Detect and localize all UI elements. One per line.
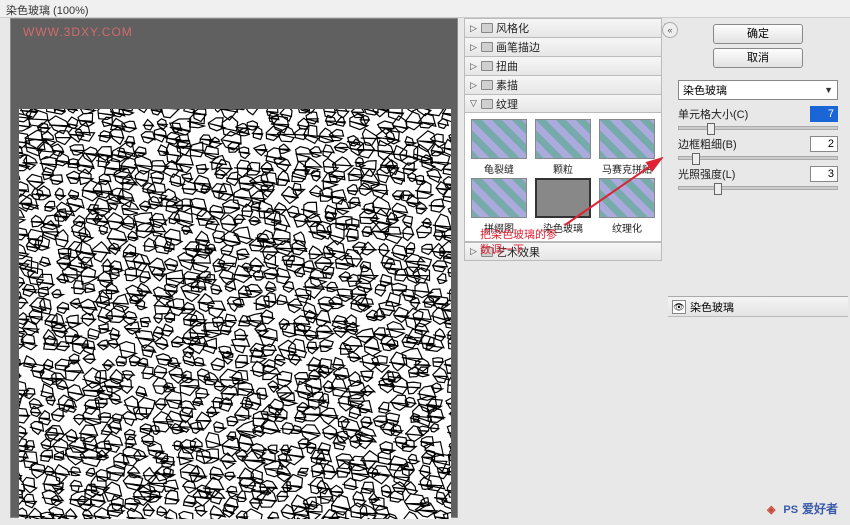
thumbnail-cell[interactable]: 拼缀图 — [469, 178, 529, 235]
slider-thumb[interactable] — [692, 153, 700, 165]
settings-panel: « 确定 取消 染色玻璃 ▼ 单元格大小(C) 7 边框粗细(B) 2 光照强度… — [668, 18, 848, 518]
param-input[interactable]: 2 — [810, 136, 838, 152]
param-input[interactable]: 3 — [810, 166, 838, 182]
triangle-icon: ▷ — [469, 42, 478, 53]
folder-icon — [481, 80, 493, 90]
folder-row[interactable]: ▷ 素描 — [464, 75, 662, 94]
param-slider[interactable] — [678, 126, 838, 130]
thumbnail-image — [471, 178, 527, 218]
watermark-brand: PS — [783, 504, 798, 516]
chevron-down-icon: ▼ — [824, 85, 833, 95]
annotation-arrow — [560, 150, 680, 230]
filter-select[interactable]: 染色玻璃 ▼ — [678, 80, 838, 100]
window-title: 染色玻璃 (100%) — [0, 0, 850, 18]
slider-thumb[interactable] — [707, 123, 715, 135]
preview-url: WWW.3DXY.COM — [11, 19, 457, 45]
param-label: 单元格大小(C) — [678, 106, 748, 122]
triangle-icon: ▷ — [469, 61, 478, 72]
folder-icon — [481, 99, 493, 109]
folder-label: 素描 — [496, 77, 518, 93]
stained-glass-preview — [19, 109, 451, 519]
folder-row[interactable]: ▷ 扭曲 — [464, 56, 662, 75]
triangle-icon: ▷ — [469, 246, 478, 257]
folder-row[interactable]: ▷ 风格化 — [464, 18, 662, 37]
cube-icon: ◈ — [767, 504, 775, 516]
effect-layer-row[interactable]: 👁 染色玻璃 — [668, 297, 848, 317]
folder-label: 风格化 — [496, 20, 529, 36]
cancel-button[interactable]: 取消 — [713, 48, 803, 68]
folder-label: 纹理 — [496, 96, 518, 112]
param-group: 光照强度(L) 3 — [678, 166, 838, 190]
ok-button[interactable]: 确定 — [713, 24, 803, 44]
triangle-icon: ▷ — [469, 80, 478, 91]
triangle-icon: ▽ — [469, 98, 478, 109]
folder-icon — [481, 23, 493, 33]
preview-canvas[interactable] — [19, 109, 451, 519]
eye-icon[interactable]: 👁 — [672, 300, 686, 314]
param-slider[interactable] — [678, 186, 838, 190]
folder-icon — [481, 61, 493, 71]
folder-label: 扭曲 — [496, 58, 518, 74]
filter-categories-panel: ▷风格化▷画笔描边▷扭曲▷素描▽纹理 龟裂缝 颗粒 马赛克拼贴 拼缀图 染色玻璃… — [464, 18, 662, 518]
thumbnail-label: 龟裂缝 — [484, 161, 514, 176]
collapse-icon[interactable]: « — [662, 22, 678, 38]
folder-row[interactable]: ▽ 纹理 — [464, 94, 662, 113]
param-group: 单元格大小(C) 7 — [678, 106, 838, 130]
param-slider[interactable] — [678, 156, 838, 160]
button-group: 确定 取消 — [668, 18, 848, 72]
watermark-text: 爱好者 — [802, 502, 838, 516]
triangle-icon: ▷ — [469, 23, 478, 34]
param-group: 边框粗细(B) 2 — [678, 136, 838, 160]
thumbnail-image — [471, 119, 527, 159]
folder-icon — [481, 42, 493, 52]
param-label: 边框粗细(B) — [678, 136, 737, 152]
filter-select-value: 染色玻璃 — [683, 82, 727, 98]
folder-label: 画笔描边 — [496, 39, 540, 55]
annotation-text: 把染色玻璃的参 数调一下 — [480, 228, 557, 259]
slider-thumb[interactable] — [714, 183, 722, 195]
effect-layer-label: 染色玻璃 — [690, 299, 734, 315]
preview-panel: WWW.3DXY.COM — [10, 18, 458, 518]
param-input[interactable]: 7 — [810, 106, 838, 122]
folder-row[interactable]: ▷ 画笔描边 — [464, 37, 662, 56]
watermark-bottom: ◈ PS 爱好者 — [767, 500, 838, 517]
param-label: 光照强度(L) — [678, 166, 735, 182]
effects-layers-panel: 👁 染色玻璃 — [668, 296, 848, 317]
thumbnail-cell[interactable]: 龟裂缝 — [469, 119, 529, 176]
